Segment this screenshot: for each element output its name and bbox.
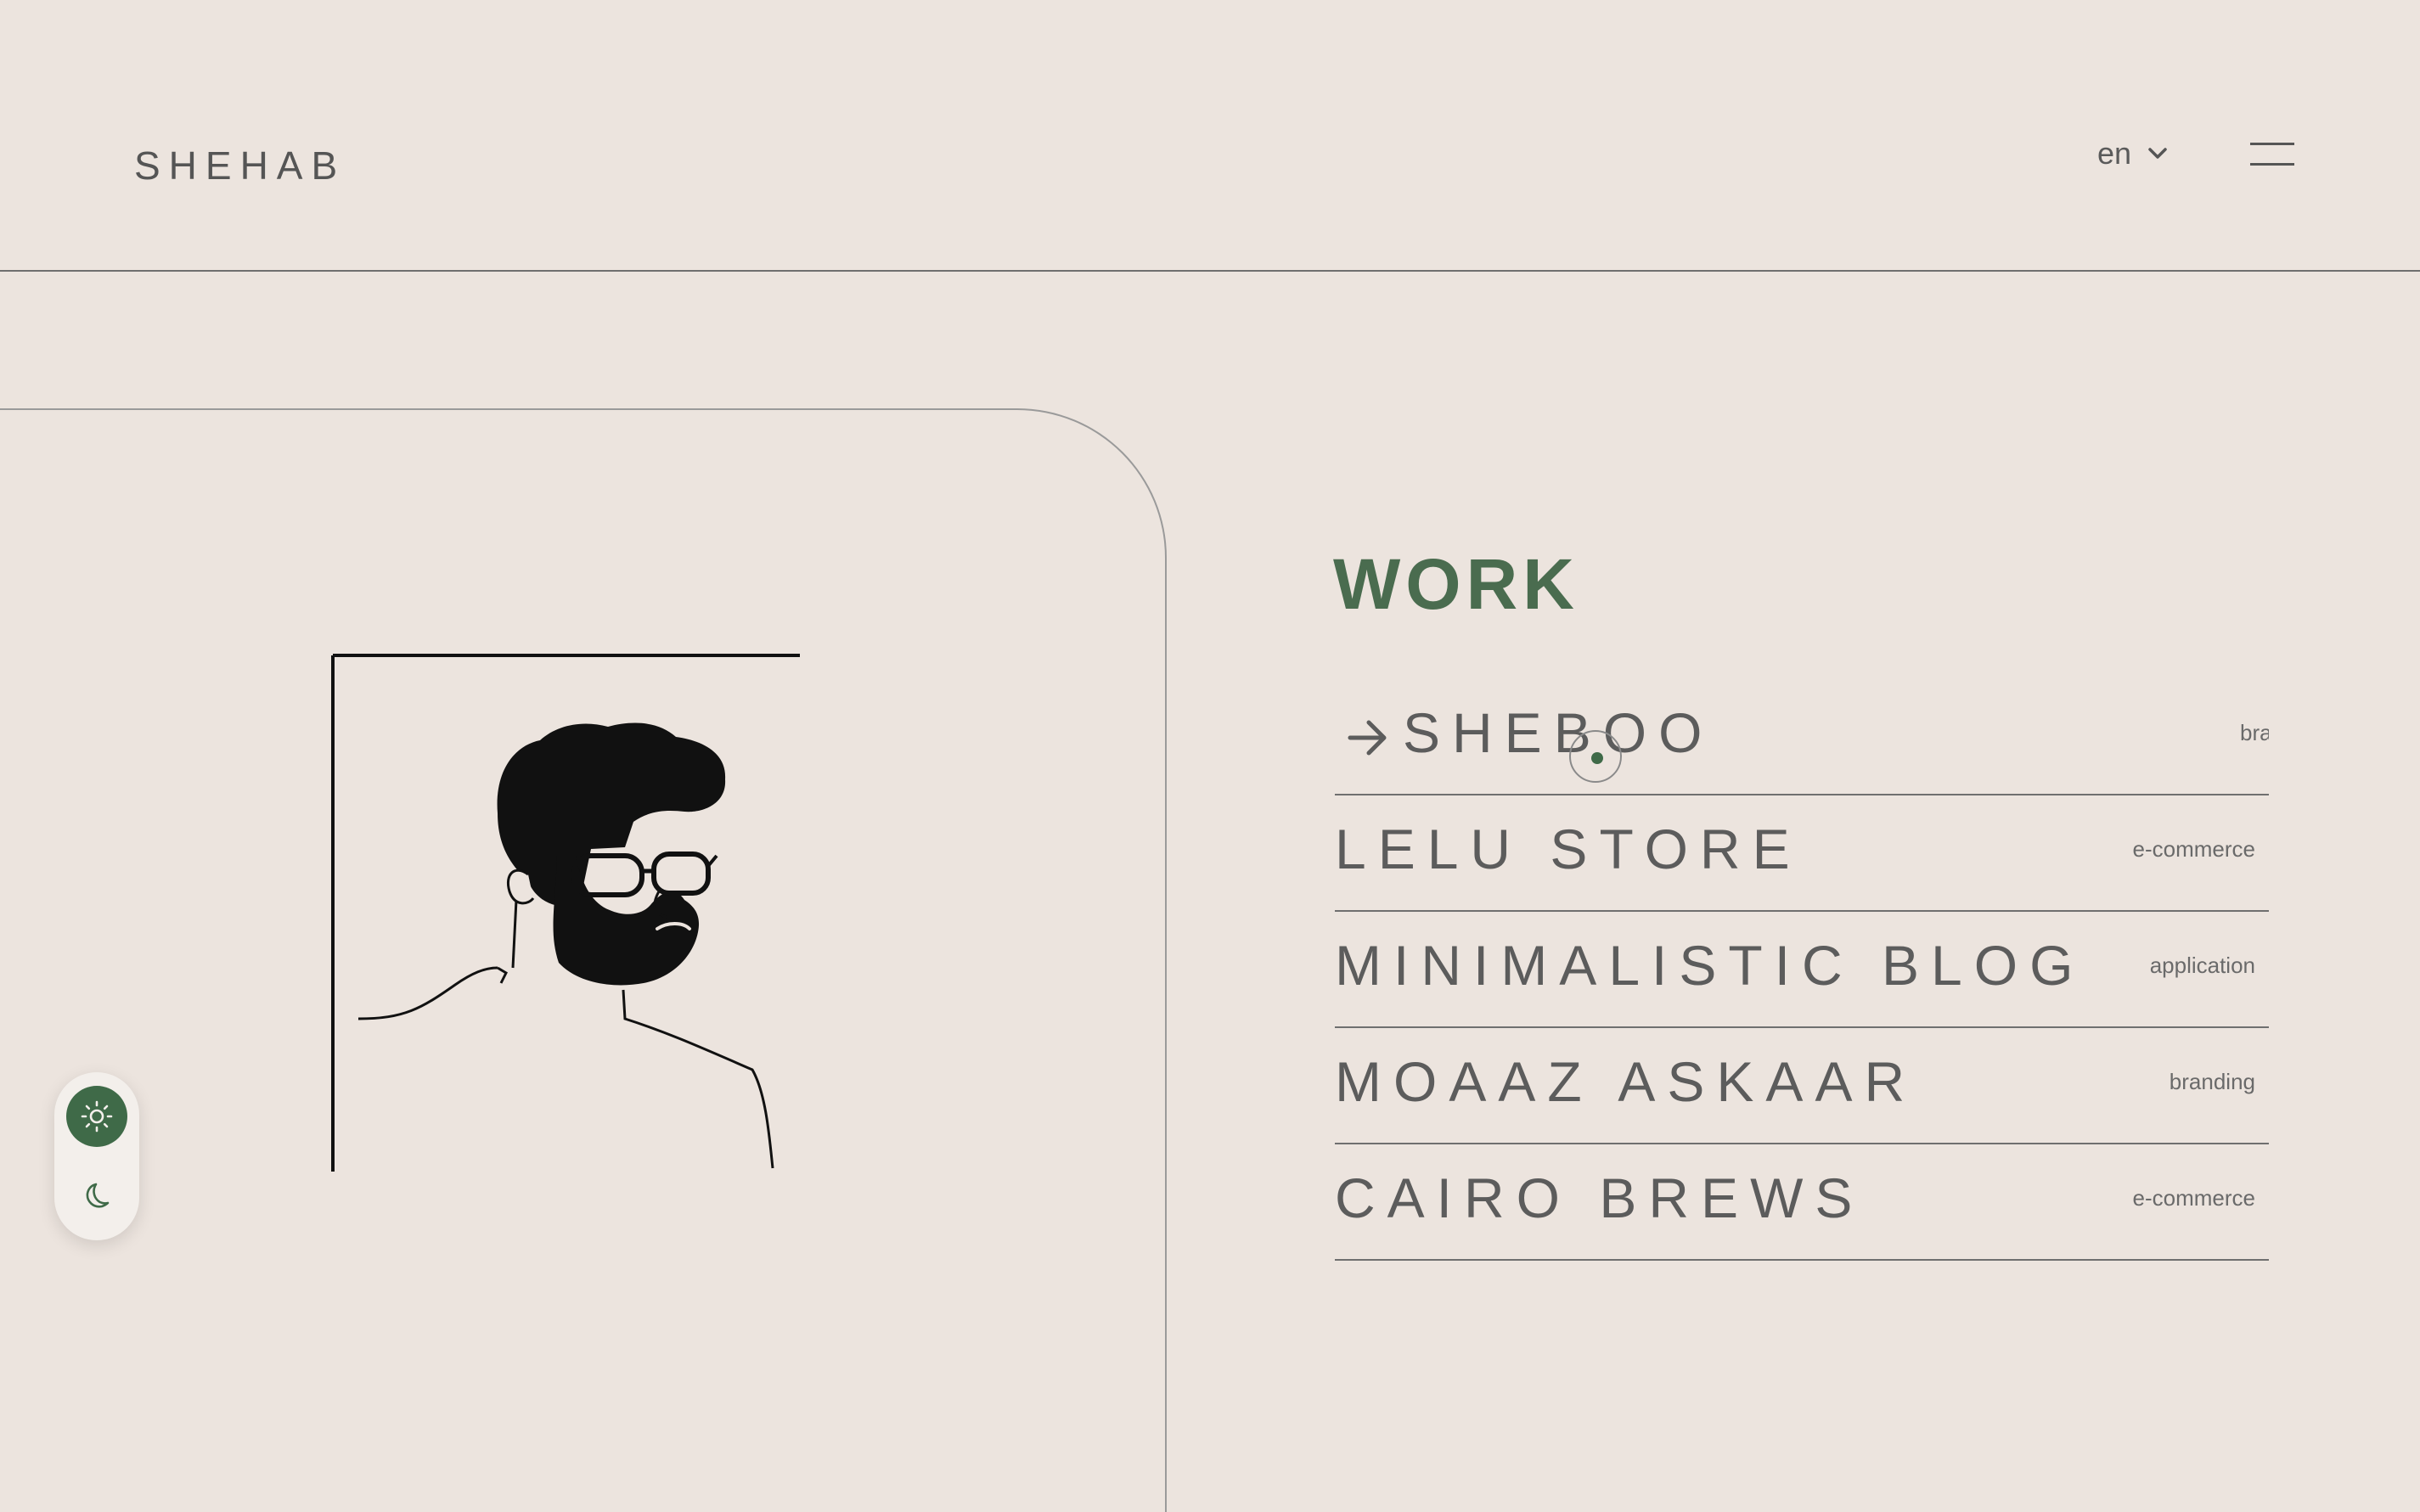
work-item-tag: e-commerce <box>2132 1185 2255 1211</box>
hamburger-icon[interactable] <box>2250 143 2294 170</box>
work-item-name: MINIMALISTIC BLOG <box>1335 934 2085 997</box>
work-item-tag: application <box>2149 953 2255 978</box>
work-item-name: CAIRO BREWS <box>1335 1166 1865 1229</box>
dark-mode-button[interactable] <box>66 1166 127 1227</box>
language-selector[interactable]: en <box>2097 136 2167 171</box>
work-item-sheboo[interactable]: SHEBOO branding <box>1335 679 2269 795</box>
work-item-cairo-brews[interactable]: CAIRO BREWS e-commerce <box>1335 1144 2269 1261</box>
work-item-name: LELU STORE <box>1335 818 1802 880</box>
moon-icon <box>86 1183 110 1208</box>
work-list: SHEBOO branding LELU STORE e-commerce MI… <box>1335 679 2269 1261</box>
site-header: SHEHAB en <box>0 0 2420 272</box>
work-section-title: WORK <box>1333 544 1579 624</box>
work-item-tag: branding <box>2169 1069 2255 1094</box>
light-mode-button[interactable] <box>66 1086 127 1147</box>
portrait-illustration <box>331 654 800 1172</box>
language-label: en <box>2097 136 2132 171</box>
theme-toggle <box>54 1072 139 1240</box>
work-item-moaaz-askaar[interactable]: MOAAZ ASKAAR branding <box>1335 1028 2269 1144</box>
work-item-minimalistic-blog[interactable]: MINIMALISTIC BLOG application <box>1335 912 2269 1028</box>
sun-icon <box>81 1100 113 1133</box>
chevron-down-icon <box>2148 148 2167 159</box>
work-item-name: MOAAZ ASKAAR <box>1335 1050 1917 1113</box>
site-logo[interactable]: SHEHAB <box>134 143 346 188</box>
work-item-tag: e-commerce <box>2132 836 2255 862</box>
work-item-tag: branding <box>2240 720 2269 745</box>
work-item-name: SHEBOO <box>1403 701 1714 764</box>
arrow-right-icon <box>1348 720 1387 756</box>
work-item-lelu-store[interactable]: LELU STORE e-commerce <box>1335 795 2269 912</box>
